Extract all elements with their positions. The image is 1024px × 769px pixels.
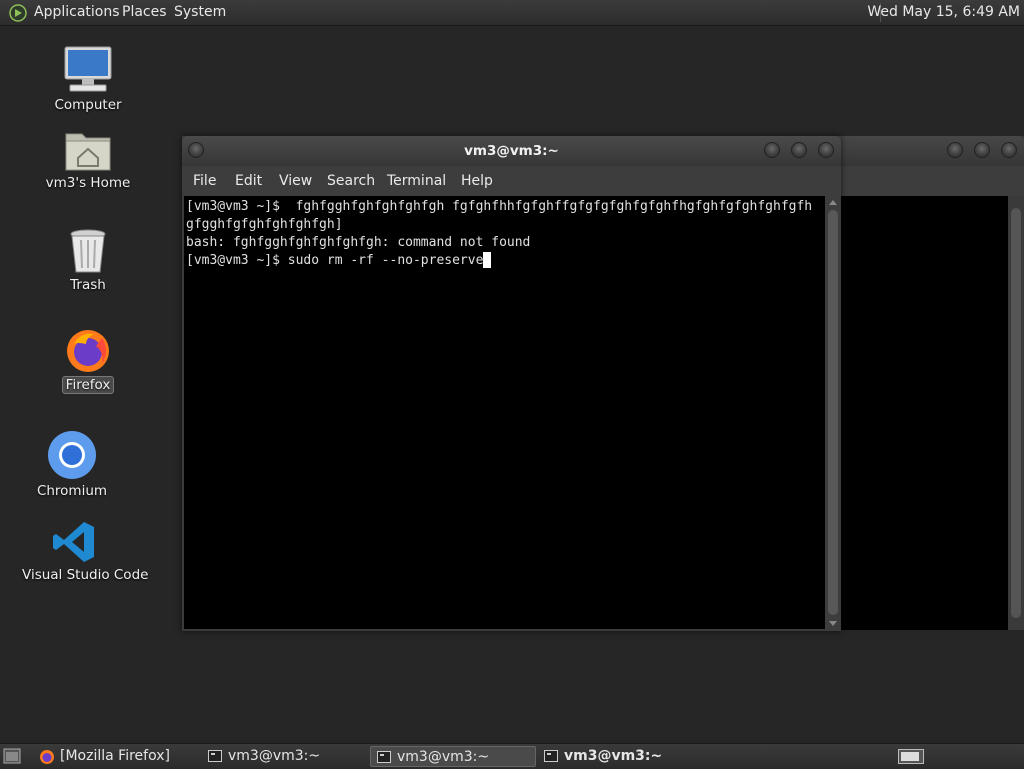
background-window-titlebar[interactable]	[840, 136, 1024, 166]
scrollbar-thumb[interactable]	[828, 210, 838, 615]
taskbar-item-terminal[interactable]: vm3@vm3:~	[370, 746, 536, 767]
taskbar-item-terminal[interactable]: vm3@vm3:~	[538, 746, 702, 767]
desktop-icon-home[interactable]: vm3's Home	[33, 128, 143, 191]
terminal-command: [vm3@vm3 ~]$ sudo rm -rf --no-preserve	[186, 253, 484, 268]
firefox-icon	[40, 750, 54, 764]
computer-icon	[64, 46, 112, 92]
workspace-switcher[interactable]	[898, 749, 924, 764]
minimize-button[interactable]	[947, 142, 963, 158]
close-button[interactable]	[1001, 142, 1017, 158]
trash-icon	[70, 229, 106, 273]
terminal-icon	[377, 751, 391, 763]
desktop-icon-label: Firefox	[61, 376, 115, 394]
scroll-up-icon[interactable]	[829, 200, 837, 205]
terminal-prompt-line[interactable]: [vm3@vm3 ~]$ sudo rm -rf --no-preserve	[186, 252, 825, 270]
desktop-icon-label: Visual Studio Code	[22, 567, 149, 583]
bottom-panel: [Mozilla Firefox] vm3@vm3:~ vm3@vm3:~ vm…	[0, 743, 1024, 769]
chromium-icon	[48, 431, 96, 479]
terminal-menubar: File Edit View Search Terminal Help	[182, 166, 841, 196]
window-title: vm3@vm3:~	[464, 143, 559, 159]
maximize-button[interactable]	[791, 142, 807, 158]
menu-search[interactable]: Search	[327, 173, 375, 189]
close-button[interactable]	[818, 142, 834, 158]
taskbar-item-terminal[interactable]: vm3@vm3:~	[202, 746, 366, 767]
taskbar-item-label: vm3@vm3:~	[397, 749, 490, 765]
background-window[interactable]	[840, 136, 1024, 630]
places-menu[interactable]: Places	[122, 4, 167, 20]
minimize-button[interactable]	[764, 142, 780, 158]
terminal-line: gfgghfgfghfghfghfgh]	[186, 217, 343, 232]
terminal-icon	[544, 750, 558, 762]
vscode-icon	[53, 522, 94, 562]
desktop-icon-label: Computer	[54, 97, 122, 113]
desktop-icon-trash[interactable]: Trash	[33, 228, 143, 293]
desktop-icon-label: Chromium	[36, 483, 108, 499]
desktop-icon-label: Trash	[70, 277, 106, 293]
taskbar-item-firefox[interactable]: [Mozilla Firefox]	[34, 746, 198, 767]
menu-help[interactable]: Help	[461, 173, 493, 189]
desktop-icon-chromium[interactable]: Chromium	[17, 430, 127, 499]
taskbar-item-label: vm3@vm3:~	[564, 748, 663, 764]
menu-file[interactable]: File	[193, 173, 216, 189]
desktop-icon-computer[interactable]: Computer	[33, 44, 143, 113]
clock[interactable]: Wed May 15, 6:49 AM	[867, 4, 1020, 20]
taskbar-item-label: [Mozilla Firefox]	[60, 748, 170, 764]
terminal-window[interactable]: vm3@vm3:~ File Edit View Search Terminal…	[182, 136, 841, 631]
terminal-icon	[208, 750, 222, 762]
terminal-scrollbar[interactable]	[825, 196, 841, 631]
menu-edit[interactable]: Edit	[235, 173, 262, 189]
home-folder-icon	[65, 133, 111, 171]
system-menu[interactable]: System	[174, 4, 226, 20]
top-panel: Applications Places System Wed May 15, 6…	[0, 0, 1024, 26]
terminal-line: [vm3@vm3 ~]$ fghfgghfghfghfghfgh fgfghfh…	[186, 199, 813, 214]
applications-logo-icon[interactable]	[9, 4, 27, 22]
background-window-content[interactable]	[840, 196, 1008, 630]
applications-menu[interactable]: Applications	[34, 4, 120, 20]
show-desktop-icon[interactable]	[3, 748, 21, 764]
desktop-icon-vscode[interactable]: Visual Studio Code	[19, 520, 148, 583]
terminal-output[interactable]: [vm3@vm3 ~]$ fghfgghfghfghfghfgh fgfghfh…	[184, 196, 825, 629]
maximize-button[interactable]	[974, 142, 990, 158]
taskbar-item-label: vm3@vm3:~	[228, 748, 321, 764]
desktop-icon-firefox[interactable]: Firefox	[33, 326, 143, 394]
firefox-icon	[67, 330, 109, 372]
terminal-line: bash: fghfgghfghfghfghfgh: command not f…	[186, 235, 531, 250]
menu-terminal[interactable]: Terminal	[387, 173, 446, 189]
text-cursor	[483, 252, 492, 268]
background-window-scrollbar[interactable]	[1008, 196, 1024, 630]
desktop-icon-label: vm3's Home	[45, 175, 131, 191]
menu-view[interactable]: View	[279, 173, 312, 189]
scroll-down-icon[interactable]	[829, 621, 837, 626]
background-window-menubar	[840, 166, 1024, 196]
terminal-titlebar[interactable]: vm3@vm3:~	[182, 136, 841, 166]
